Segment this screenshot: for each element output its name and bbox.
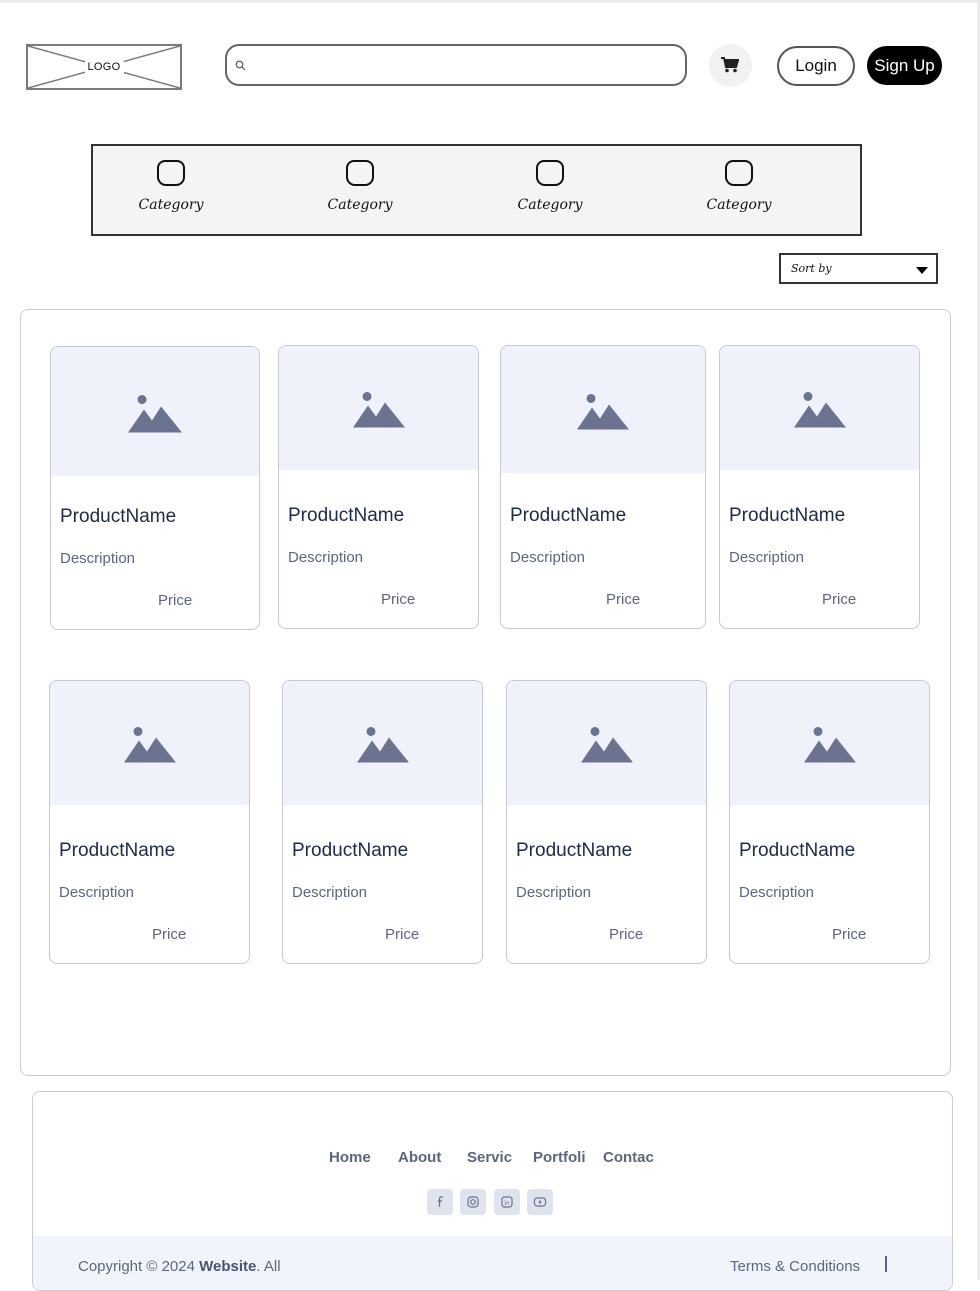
copyright-suffix: . All bbox=[256, 1258, 281, 1275]
product-card[interactable]: ProductName Description Price bbox=[500, 345, 706, 629]
footer-link-portfolio[interactable]: Portfoli bbox=[533, 1149, 587, 1166]
category-icon bbox=[536, 160, 564, 186]
product-image bbox=[51, 347, 259, 476]
image-placeholder-icon bbox=[128, 394, 182, 433]
product-card[interactable]: ProductName Description Price bbox=[49, 680, 250, 964]
facebook-icon bbox=[438, 1196, 443, 1207]
image-placeholder-icon bbox=[123, 726, 176, 763]
copyright-site: Website bbox=[199, 1258, 257, 1275]
product-name: ProductName bbox=[729, 505, 846, 526]
category-icon bbox=[725, 160, 753, 186]
product-card[interactable]: ProductName Description Price bbox=[729, 680, 930, 964]
product-price: Price bbox=[152, 926, 187, 943]
copyright-prefix: Copyright © 2024 bbox=[78, 1258, 200, 1275]
product-name: ProductName bbox=[510, 505, 627, 526]
product-card[interactable]: ProductName Description Price bbox=[282, 680, 483, 964]
image-placeholder-icon bbox=[803, 726, 856, 763]
youtube-icon bbox=[533, 1197, 547, 1207]
sort-dropdown[interactable]: Sort by bbox=[779, 253, 938, 284]
copyright-text: Copyright © 2024 Website. All bbox=[78, 1258, 281, 1275]
linkedin-icon: in bbox=[501, 1196, 513, 1208]
top-border bbox=[0, 0, 980, 3]
product-description: Description bbox=[59, 884, 135, 901]
product-name: ProductName bbox=[516, 840, 633, 861]
product-price: Price bbox=[832, 926, 867, 943]
logo-text: LOGO bbox=[84, 61, 124, 73]
category-item[interactable]: Category bbox=[505, 160, 595, 213]
product-card[interactable]: ProductName Description Price bbox=[50, 346, 260, 630]
instagram-button[interactable] bbox=[460, 1189, 486, 1215]
product-name: ProductName bbox=[292, 840, 409, 861]
product-name: ProductName bbox=[288, 505, 405, 526]
product-image bbox=[283, 681, 482, 805]
product-image bbox=[507, 681, 706, 805]
search-input[interactable] bbox=[255, 52, 679, 80]
product-name: ProductName bbox=[739, 840, 856, 861]
cart-button[interactable] bbox=[709, 44, 752, 87]
product-price: Price bbox=[381, 591, 416, 608]
product-grid: ProductName Description Price ProductNam… bbox=[20, 309, 951, 1076]
caret-down-icon bbox=[916, 267, 928, 274]
image-placeholder-icon bbox=[352, 391, 405, 428]
footer-link-home[interactable]: Home bbox=[329, 1149, 377, 1166]
category-item[interactable]: Category bbox=[315, 160, 405, 213]
product-price: Price bbox=[158, 592, 193, 609]
category-item[interactable]: Category bbox=[694, 160, 784, 213]
logo[interactable]: LOGO bbox=[26, 44, 182, 90]
product-price: Price bbox=[385, 926, 420, 943]
cart-icon bbox=[721, 57, 739, 73]
login-button[interactable]: Login bbox=[777, 46, 855, 86]
youtube-button[interactable] bbox=[527, 1189, 553, 1215]
product-name: ProductName bbox=[59, 840, 176, 861]
footer-link-about[interactable]: About bbox=[398, 1149, 446, 1166]
footer-divider bbox=[885, 1256, 887, 1272]
footer-link-services[interactable]: Servic bbox=[467, 1149, 515, 1166]
product-image bbox=[279, 346, 478, 470]
category-label: Category bbox=[138, 197, 204, 213]
category-label: Category bbox=[517, 197, 583, 213]
footer-link-contact[interactable]: Contac bbox=[603, 1149, 657, 1166]
product-image bbox=[720, 346, 919, 470]
image-placeholder-icon bbox=[577, 393, 629, 429]
footer: Home About Servic Portfoli Contac in Cop… bbox=[32, 1091, 953, 1291]
sort-label: Sort by bbox=[791, 262, 832, 275]
linkedin-button[interactable]: in bbox=[494, 1189, 520, 1215]
category-label: Category bbox=[706, 197, 772, 213]
category-bar: Category Category Category Category bbox=[91, 144, 862, 236]
search-bar[interactable] bbox=[225, 44, 687, 86]
product-description: Description bbox=[60, 550, 136, 567]
product-description: Description bbox=[292, 884, 368, 901]
image-placeholder-icon bbox=[580, 726, 633, 763]
image-placeholder-icon bbox=[356, 726, 409, 763]
instagram-icon bbox=[467, 1196, 479, 1208]
product-description: Description bbox=[516, 884, 592, 901]
product-description: Description bbox=[288, 549, 364, 566]
product-image bbox=[501, 346, 705, 473]
category-icon bbox=[346, 160, 374, 186]
product-price: Price bbox=[606, 591, 641, 608]
product-description: Description bbox=[729, 549, 805, 566]
product-description: Description bbox=[510, 549, 586, 566]
product-price: Price bbox=[822, 591, 857, 608]
category-label: Category bbox=[327, 197, 393, 213]
product-description: Description bbox=[739, 884, 815, 901]
product-image bbox=[50, 681, 249, 805]
product-card[interactable]: ProductName Description Price bbox=[506, 680, 707, 964]
signup-button[interactable]: Sign Up bbox=[867, 46, 942, 85]
image-placeholder-icon bbox=[793, 391, 846, 428]
copyright-bar: Copyright © 2024 Website. All Terms & Co… bbox=[33, 1236, 952, 1290]
product-card[interactable]: ProductName Description Price bbox=[278, 345, 479, 629]
svg-text:in: in bbox=[504, 1200, 510, 1207]
product-price: Price bbox=[609, 926, 644, 943]
product-card[interactable]: ProductName Description Price bbox=[719, 345, 920, 629]
search-icon bbox=[235, 60, 246, 71]
category-item[interactable]: Category bbox=[126, 160, 216, 213]
facebook-button[interactable] bbox=[427, 1189, 453, 1215]
category-icon bbox=[157, 160, 185, 186]
product-image bbox=[730, 681, 929, 805]
product-name: ProductName bbox=[60, 506, 177, 527]
terms-link[interactable]: Terms & Conditions bbox=[730, 1258, 860, 1275]
